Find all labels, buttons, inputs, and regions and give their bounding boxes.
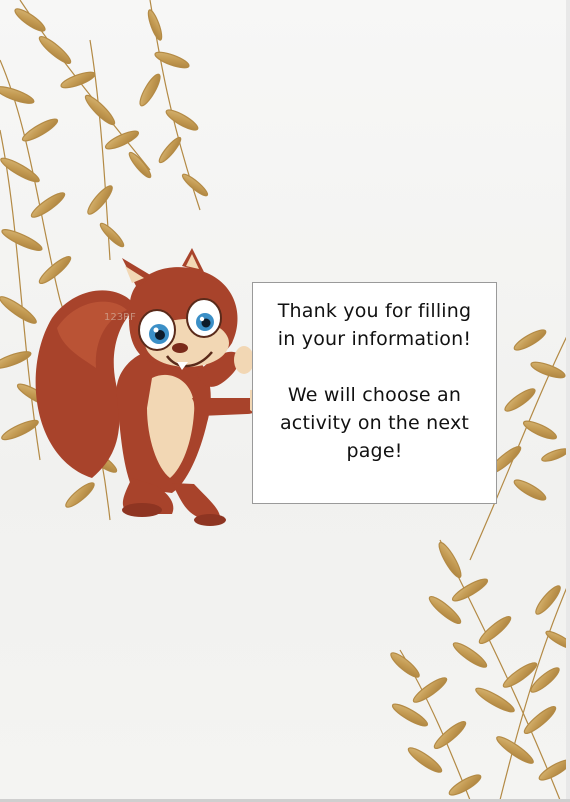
message-line-1: Thank you for filling (277, 300, 472, 322)
watermark-text: 123RF (104, 312, 136, 323)
message-line-5: page! (346, 440, 403, 462)
message-line-4: activity on the next (279, 412, 470, 434)
message-line-3: We will choose an (287, 384, 462, 406)
page: 123RF Thank you for filling in your info… (0, 0, 570, 802)
message-spacer (263, 353, 486, 381)
bottom-right-leaf-branch-icon (390, 539, 570, 801)
page-edge-right (566, 0, 570, 802)
message-line-2: in your information! (277, 328, 472, 350)
squirrel-mascot-icon: 123RF (35, 248, 271, 526)
message-card: Thank you for filling in your informatio… (252, 282, 497, 504)
